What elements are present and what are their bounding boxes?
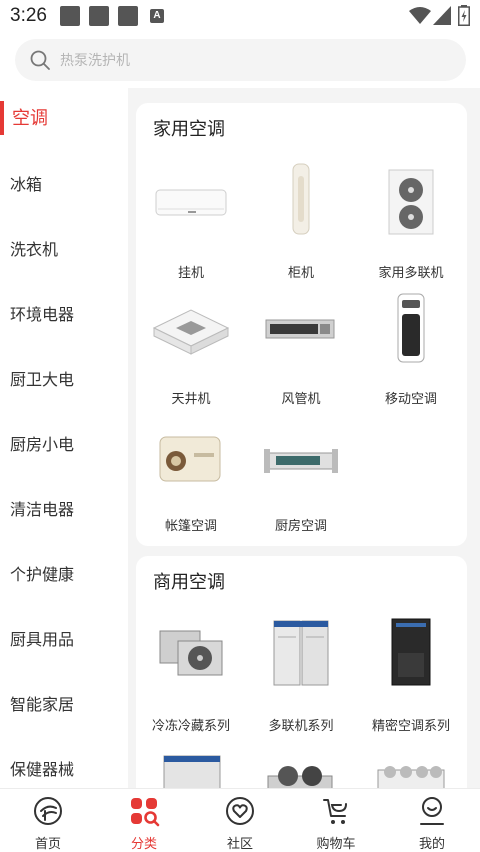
wall-ac-icon <box>155 189 227 216</box>
search-input[interactable]: 热泵洗护机 <box>60 50 130 70</box>
sidebar-item-label: 空调 <box>12 108 48 129</box>
search-icon <box>30 50 50 70</box>
tab-label: 社区 <box>226 837 253 852</box>
sidebar-item-label: 厨卫大电 <box>10 370 75 389</box>
section-title: 家用空调 <box>153 119 225 140</box>
tower-ac-icon <box>292 163 310 235</box>
product-home-vrf[interactable]: 家用多联机 <box>356 160 466 286</box>
section-card-home-ac: 家用空调 挂机 柜机 家用多联机 天井机 风管机 移动空调 帐篷空调 厨房空调 <box>136 103 467 546</box>
community-icon <box>226 797 254 825</box>
tab-label: 分类 <box>130 837 157 852</box>
product-label: 冷冻冷藏系列 <box>151 719 230 734</box>
product-tent-ac[interactable]: 帐篷空调 <box>136 413 246 539</box>
sidebar-item-kitchen-bath[interactable]: 厨卫大电 <box>0 348 128 408</box>
cassette-ac-icon <box>152 309 230 355</box>
product-kitchen-ac[interactable]: 厨房空调 <box>246 413 356 539</box>
sidebar-item-kitchen-small[interactable]: 厨房小电 <box>0 413 128 473</box>
active-indicator <box>0 101 4 135</box>
tab-label: 购物车 <box>316 837 356 852</box>
product-condensing-unit[interactable]: 冷冻冷藏系列 <box>136 613 246 739</box>
sidebar-item-air-conditioner[interactable]: 空调 <box>0 88 128 148</box>
sidebar-item-personal-care[interactable]: 个护健康 <box>0 543 128 603</box>
product-label: 天井机 <box>171 392 211 407</box>
portable-ac-icon <box>397 293 425 363</box>
notification-icon <box>118 6 138 26</box>
cart-icon <box>323 799 347 824</box>
status-time: 3:26 <box>10 5 47 26</box>
product-label: 厨房空调 <box>274 519 327 534</box>
product-tower-ac[interactable]: 柜机 <box>246 160 356 286</box>
sidebar-item-smart-home[interactable]: 智能家居 <box>0 673 128 733</box>
search-bar[interactable]: 热泵洗护机 <box>15 39 466 81</box>
chiller-icon <box>267 766 333 788</box>
product-label: 柜机 <box>287 266 314 281</box>
sidebar-item-label: 智能家居 <box>10 695 75 714</box>
sidebar-item-label: 洗衣机 <box>10 240 59 259</box>
product-duct-ac[interactable]: 风管机 <box>246 286 356 412</box>
product-label: 精密空调系列 <box>371 719 450 734</box>
sidebar-item-label: 厨具用品 <box>10 630 75 649</box>
tab-profile[interactable]: 我的 <box>384 789 480 852</box>
section-title: 商用空调 <box>153 572 225 593</box>
sidebar-item-refrigerator[interactable]: 冰箱 <box>0 153 128 213</box>
condensing-unit-icon <box>159 630 223 676</box>
category-sidebar: 空调 冰箱 洗衣机 环境电器 厨卫大电 厨房小电 清洁电器 个护健康 厨具用品 … <box>0 88 128 788</box>
tab-label: 我的 <box>418 837 445 852</box>
product-precision-ac[interactable]: 精密空调系列 <box>356 613 466 739</box>
home-icon <box>34 797 62 825</box>
commercial-unit-icon <box>163 755 221 788</box>
product-wall-ac[interactable]: 挂机 <box>136 160 246 286</box>
tab-category[interactable]: 分类 <box>96 789 192 852</box>
product-chiller[interactable] <box>246 746 356 788</box>
sidebar-item-washing-machine[interactable]: 洗衣机 <box>0 218 128 278</box>
tab-community[interactable]: 社区 <box>192 789 288 852</box>
sidebar-item-label: 环境电器 <box>10 305 75 324</box>
modular-chiller-icon <box>377 766 445 788</box>
vrf-unit-icon <box>273 620 329 686</box>
tab-cart[interactable]: 购物车 <box>288 789 384 852</box>
bottom-nav: 首页 分类 社区 购物车 我的 <box>0 788 480 852</box>
sidebar-item-label: 冰箱 <box>10 175 43 194</box>
sidebar-item-label: 清洁电器 <box>10 500 75 519</box>
sidebar-item-label: 厨房小电 <box>10 435 75 454</box>
kitchen-ac-icon <box>264 449 338 473</box>
category-icon <box>131 798 160 827</box>
product-label: 风管机 <box>281 392 321 407</box>
product-portable-ac[interactable]: 移动空调 <box>356 286 466 412</box>
sidebar-item-label: 保健器械 <box>10 760 75 779</box>
product-cassette-ac[interactable]: 天井机 <box>136 286 246 412</box>
product-label: 多联机系列 <box>268 719 334 734</box>
product-label: 挂机 <box>177 266 204 281</box>
outdoor-unit-icon <box>388 169 434 235</box>
profile-icon <box>420 797 444 825</box>
product-label: 帐篷空调 <box>164 519 217 534</box>
battery-icon <box>458 5 470 26</box>
section-card-commercial-ac: 商用空调 冷冻冷藏系列 多联机系列 精密空调系列 <box>136 556 467 788</box>
sidebar-item-health-equipment[interactable]: 保健器械 <box>0 738 128 788</box>
a-badge-icon: A <box>150 9 164 23</box>
product-commercial-unit[interactable] <box>136 746 246 788</box>
wifi-icon <box>409 7 431 24</box>
sidebar-item-cleaning[interactable]: 清洁电器 <box>0 478 128 538</box>
category-content: 家用空调 挂机 柜机 家用多联机 天井机 风管机 移动空调 帐篷空调 厨房空调 … <box>128 88 480 788</box>
product-label: 家用多联机 <box>378 266 444 281</box>
duct-ac-icon <box>265 319 335 339</box>
sidebar-item-label: 个护健康 <box>10 565 75 584</box>
notification-icon <box>89 6 109 26</box>
product-label: 移动空调 <box>384 392 437 407</box>
precision-ac-icon <box>391 618 431 686</box>
signal-icon <box>433 6 451 25</box>
status-bar: 3:26 A <box>0 0 480 34</box>
notification-icon <box>60 6 80 26</box>
product-vrf-series[interactable]: 多联机系列 <box>246 613 356 739</box>
tab-label: 首页 <box>34 837 61 852</box>
product-modular-chiller[interactable] <box>356 746 466 788</box>
sidebar-item-kitchenware[interactable]: 厨具用品 <box>0 608 128 668</box>
sidebar-item-environment[interactable]: 环境电器 <box>0 283 128 343</box>
tent-ac-icon <box>159 436 221 482</box>
tab-home[interactable]: 首页 <box>0 789 96 852</box>
